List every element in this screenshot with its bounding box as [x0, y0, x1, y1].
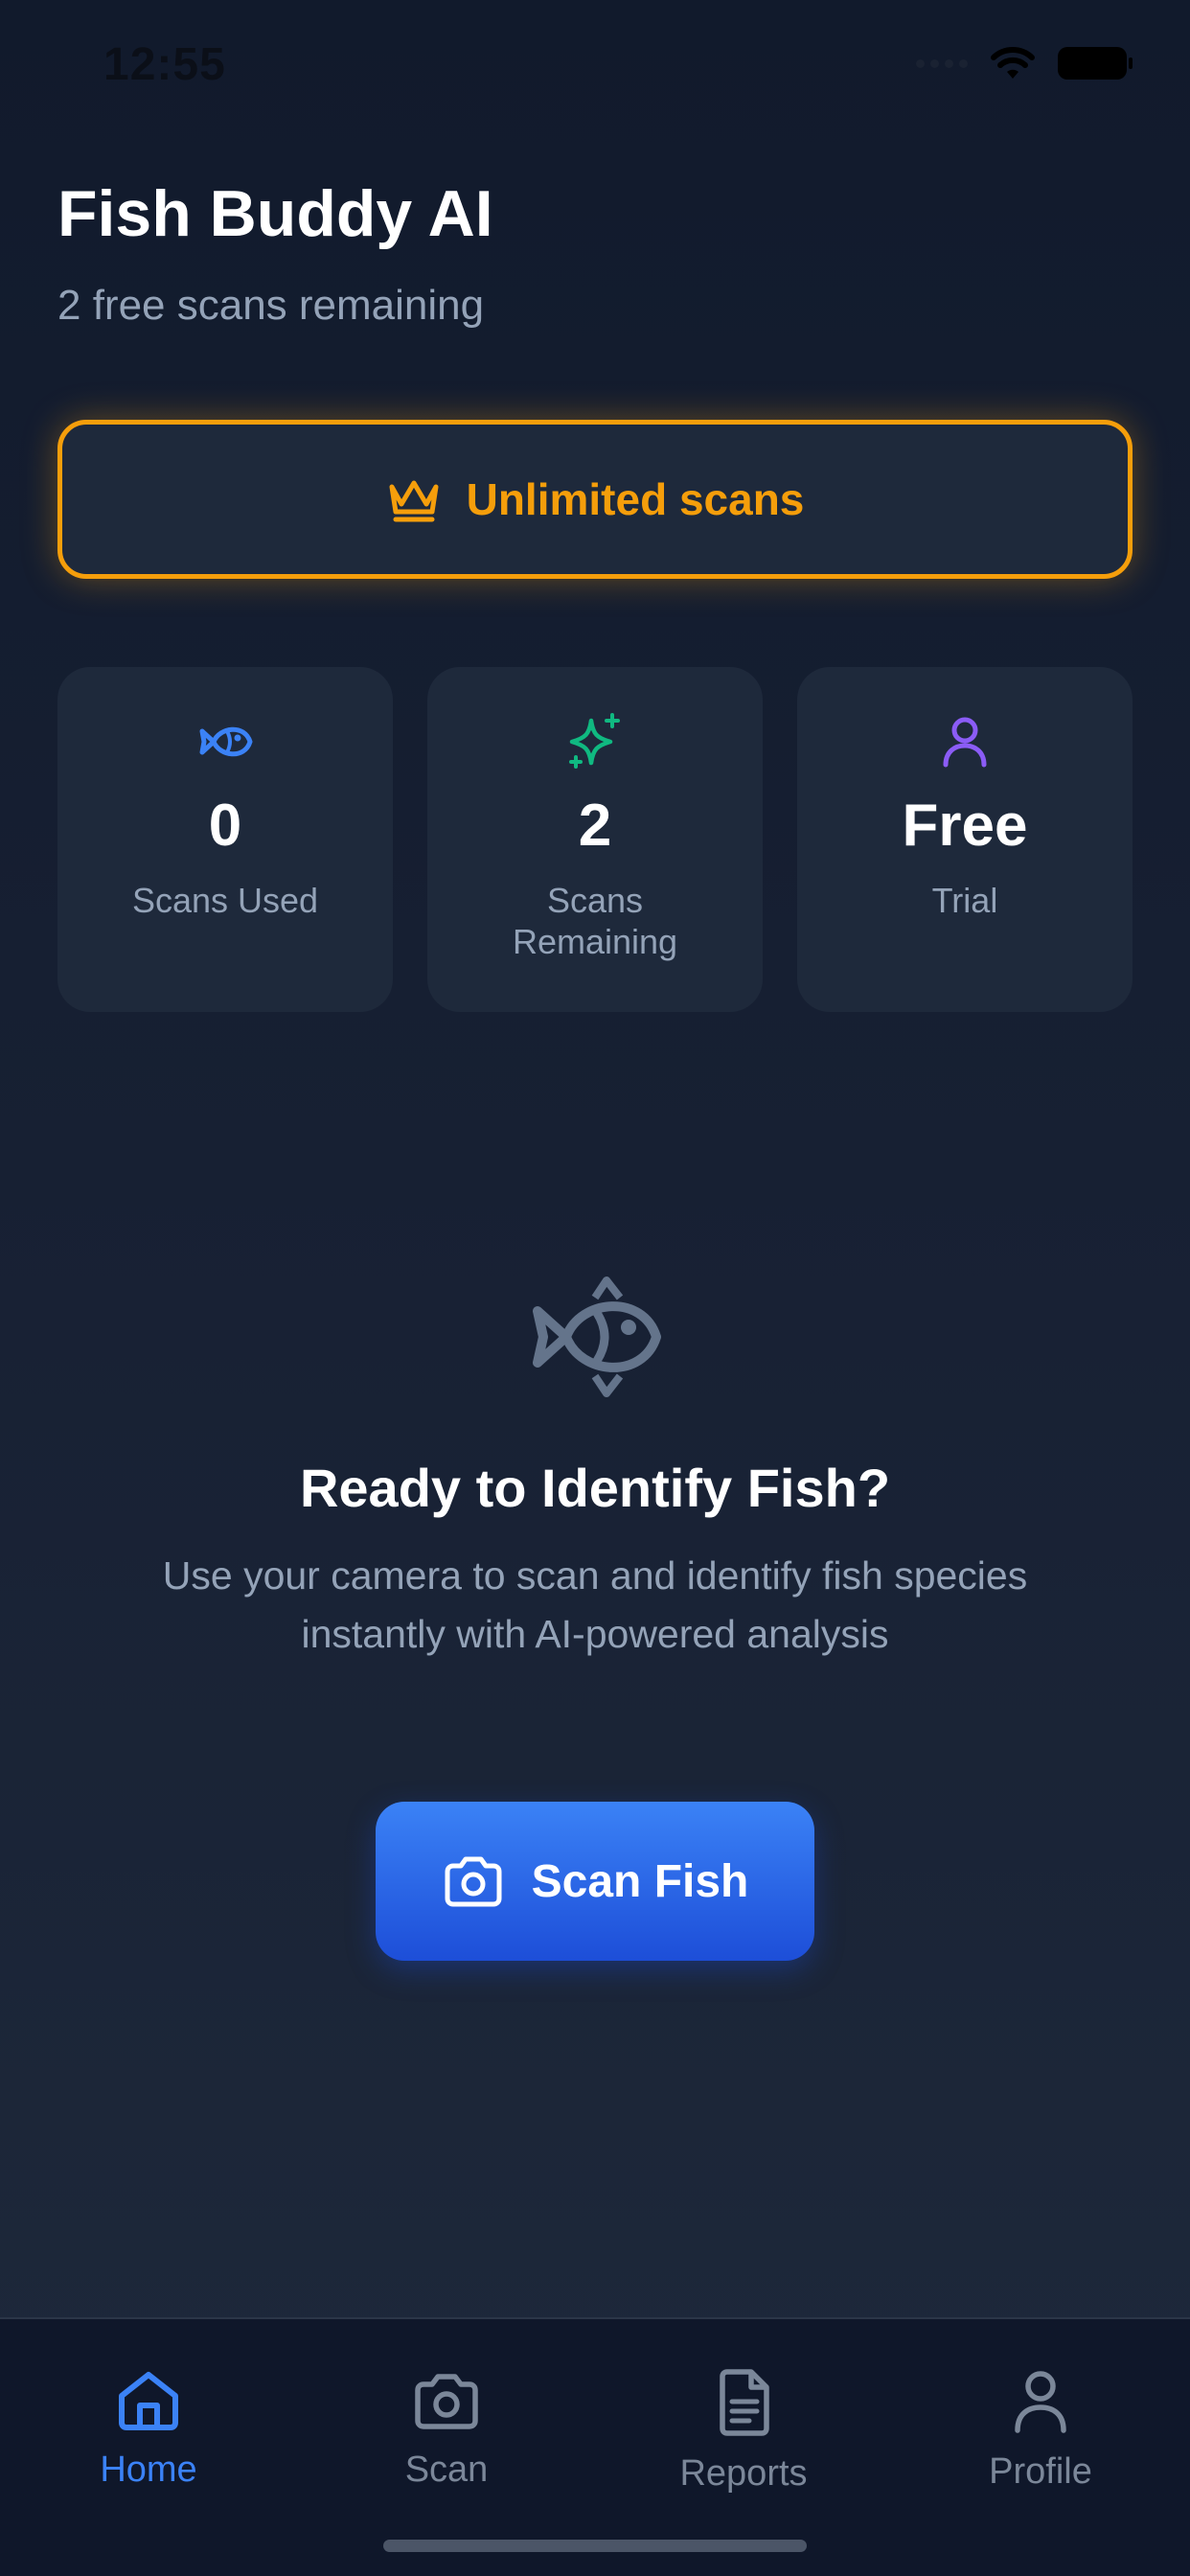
tab-label: Scan	[404, 2450, 489, 2490]
unlimited-scans-button[interactable]: Unlimited scans	[57, 420, 1133, 579]
camera-icon	[445, 1856, 502, 1907]
tab-bar: Home Scan Reports Profile	[0, 2317, 1190, 2576]
home-indicator	[383, 2540, 807, 2552]
wifi-icon	[991, 47, 1035, 79]
status-icons	[916, 46, 1133, 80]
stat-label: Scans Remaining	[512, 881, 678, 962]
stat-card-scans-used: 0 Scans Used	[57, 667, 393, 1012]
tab-label: Profile	[989, 2451, 1092, 2492]
user-icon	[943, 717, 987, 768]
app-title: Fish Buddy AI	[57, 177, 493, 250]
scan-fish-button[interactable]: Scan Fish	[376, 1802, 814, 1961]
scans-remaining-subtitle: 2 free scans remaining	[57, 282, 485, 329]
sparkles-icon	[569, 713, 620, 769]
crown-icon	[389, 480, 439, 522]
tab-label: Home	[100, 2450, 197, 2490]
tab-scan[interactable]: Scan	[332, 2369, 561, 2491]
tab-label: Reports	[679, 2453, 808, 2494]
stat-card-plan: Free Trial	[797, 667, 1133, 1012]
scan-fish-label: Scan Fish	[531, 1855, 749, 1907]
stat-label: Trial	[931, 881, 998, 921]
hero-description: Use your camera to scan and identify fis…	[162, 1553, 1028, 1656]
fish-icon	[199, 726, 253, 757]
hero-title: Ready to Identify Fish?	[299, 1458, 891, 1518]
user-icon	[1015, 2371, 1066, 2433]
status-time: 12:55	[103, 39, 226, 90]
home-icon	[119, 2372, 178, 2430]
cellular-signal-icon	[916, 58, 968, 68]
status-bar: 12:55	[0, 0, 1190, 134]
stat-value: 2	[578, 793, 612, 859]
stat-card-scans-remaining: 2 Scans Remaining	[427, 667, 763, 1012]
stat-label: Scans Used	[131, 881, 319, 921]
document-icon	[720, 2369, 769, 2436]
battery-icon	[1058, 47, 1133, 80]
camera-icon	[415, 2374, 478, 2429]
tab-home[interactable]: Home	[34, 2369, 263, 2491]
unlimited-scans-label: Unlimited scans	[466, 474, 805, 524]
tab-profile[interactable]: Profile	[926, 2369, 1156, 2493]
tab-reports[interactable]: Reports	[629, 2369, 858, 2495]
stat-value: Free	[902, 793, 1028, 859]
fish-icon	[533, 1276, 661, 1397]
stat-value: 0	[208, 793, 242, 859]
